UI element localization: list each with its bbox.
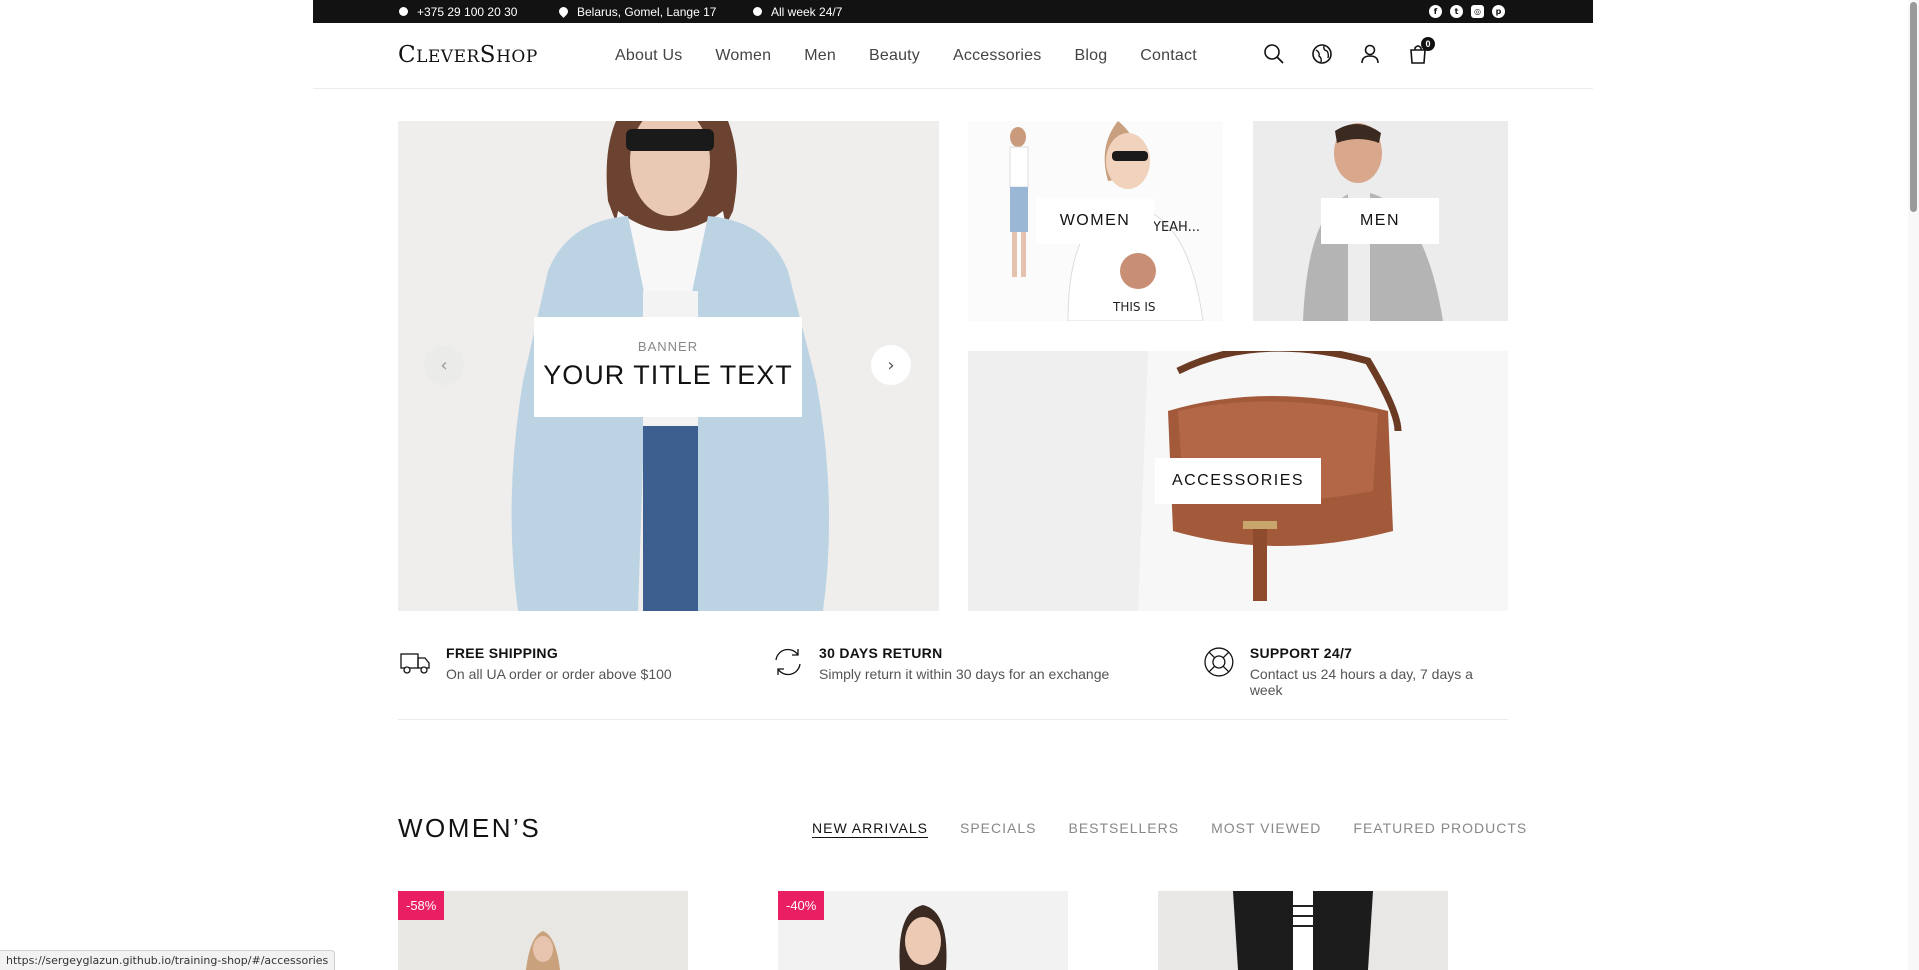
feature-30-days-return: 30 DAYS RETURN Simply return it within 3… (771, 640, 1109, 682)
accessories-label: ACCESSORIES (1155, 458, 1321, 504)
social-links: f t ◎ p (1429, 0, 1505, 23)
banner-subtitle: BANNER (637, 339, 699, 354)
return-icon (775, 648, 801, 676)
tab-new-arrivals[interactable]: NEW ARRIVALS (812, 820, 928, 836)
feature-desc: Simply return it within 30 days for an e… (819, 666, 1110, 682)
site-header: CLEVERSHOP About Us Women Men Beauty Acc… (313, 23, 1593, 89)
browser-status-url: https://sergeyglazun.github.io/training-… (0, 950, 336, 970)
women-category-tile[interactable]: YEAH... THIS IS WOMEN (968, 121, 1223, 321)
feature-desc: On all UA order or order above $100 (446, 666, 672, 682)
tab-specials[interactable]: SPECIALS (960, 820, 1036, 836)
main-nav: About Us Women Men Beauty Accessories Bl… (615, 23, 1230, 89)
section-title: WOMEN’S (398, 813, 542, 843)
men-category-tile[interactable]: MEN (1253, 121, 1508, 321)
nav-accessories[interactable]: Accessories (953, 47, 1041, 65)
feature-title: SUPPORT 24/7 (1249, 645, 1353, 661)
features-strip: FREE SHIPPING On all UA order or order a… (398, 640, 1508, 720)
twitter-icon[interactable]: t (1450, 5, 1463, 18)
phone-icon (399, 7, 408, 16)
address-text: Belarus, Gomel, Lange 17 (577, 4, 717, 19)
nav-men[interactable]: Men (804, 47, 836, 65)
nav-beauty[interactable]: Beauty (869, 47, 920, 65)
svg-text:YEAH...: YEAH... (1152, 220, 1200, 235)
lifebuoy-icon (1204, 647, 1234, 677)
address-info: Belarus, Gomel, Lange 17 (557, 0, 717, 23)
feature-free-shipping: FREE SHIPPING On all UA order or order a… (398, 640, 672, 682)
women-label: WOMEN (1036, 198, 1154, 244)
banner-card: BANNER YOUR TITLE TEXT (534, 317, 802, 417)
hours-text: All week 24/7 (771, 4, 843, 19)
slider-next-button[interactable]: › (871, 345, 911, 385)
banner-title: YOUR TITLE TEXT (543, 360, 793, 390)
slider-prev-button[interactable]: ‹ (424, 345, 464, 385)
feature-title: FREE SHIPPING (446, 645, 559, 661)
feature-desc: Contact us 24 hours a day, 7 days a week (1249, 666, 1473, 698)
phone-text: +375 29 100 20 30 (417, 4, 518, 19)
product-tabs: NEW ARRIVALS SPECIALS BESTSELLERS MOST V… (812, 820, 1559, 836)
nav-women[interactable]: Women (715, 47, 771, 65)
user-icon[interactable] (1359, 43, 1381, 65)
feature-title: 30 DAYS RETURN (819, 645, 943, 661)
men-label: MEN (1321, 198, 1439, 244)
cart-icon[interactable]: 0 (1407, 37, 1435, 65)
accessories-category-tile[interactable]: ACCESSORIES (968, 351, 1508, 611)
globe-icon[interactable] (1311, 43, 1333, 65)
search-icon[interactable] (1263, 43, 1285, 65)
product-card[interactable]: -40% (778, 891, 1068, 970)
pinterest-icon[interactable]: p (1492, 5, 1505, 18)
tab-featured-products[interactable]: FEATURED PRODUCTS (1353, 820, 1527, 836)
feature-support: SUPPORT 24/7 Contact us 24 hours a day, … (1202, 640, 1508, 698)
product-image (1158, 891, 1448, 970)
product-card[interactable] (1158, 891, 1448, 970)
hours-info: All week 24/7 (753, 0, 842, 23)
discount-badge: -58% (398, 891, 445, 920)
page-scrollbar[interactable] (1908, 0, 1919, 970)
tab-bestsellers[interactable]: BESTSELLERS (1068, 820, 1179, 836)
chevron-right-icon: › (887, 354, 895, 376)
cart-count-badge: 0 (1421, 37, 1435, 51)
clock-icon (753, 7, 762, 16)
facebook-icon[interactable]: f (1429, 5, 1442, 18)
instagram-icon[interactable]: ◎ (1471, 5, 1484, 18)
scrollbar-thumb[interactable] (1910, 2, 1917, 212)
truck-icon (400, 653, 430, 674)
top-info-bar: +375 29 100 20 30 Belarus, Gomel, Lange … (313, 0, 1593, 23)
discount-badge: -40% (778, 891, 825, 920)
header-icons: 0 (1263, 37, 1435, 65)
hero-slider[interactable]: ‹ › BANNER YOUR TITLE TEXT (398, 121, 939, 611)
tab-most-viewed[interactable]: MOST VIEWED (1211, 820, 1321, 836)
chevron-left-icon: ‹ (440, 354, 448, 376)
phone-info[interactable]: +375 29 100 20 30 (399, 0, 517, 23)
nav-contact[interactable]: Contact (1140, 47, 1197, 65)
product-card[interactable]: -58% (398, 891, 688, 970)
site-logo[interactable]: CLEVERSHOP (398, 42, 538, 68)
nav-blog[interactable]: Blog (1074, 47, 1107, 65)
svg-text:THIS IS: THIS IS (1112, 300, 1155, 314)
nav-about-us[interactable]: About Us (615, 47, 682, 65)
location-icon (557, 5, 570, 18)
